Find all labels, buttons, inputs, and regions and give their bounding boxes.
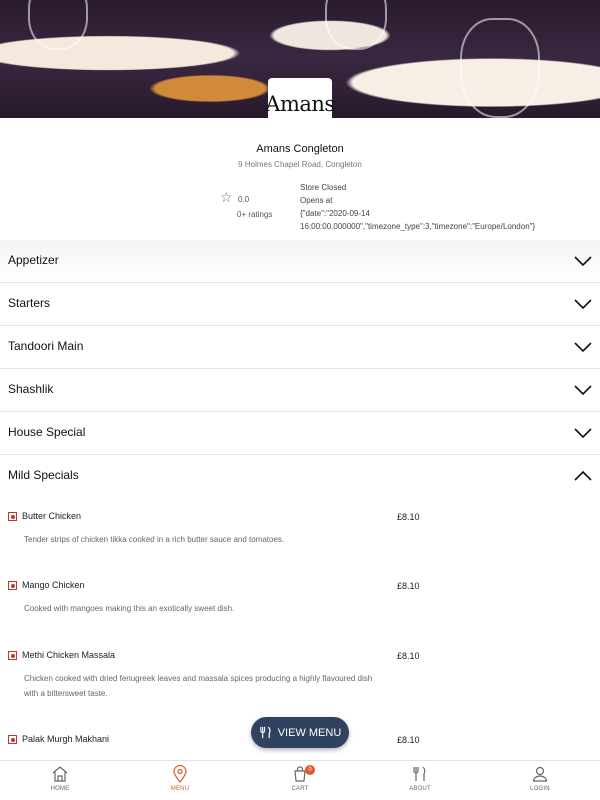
- nav-cart[interactable]: 0 CART: [270, 765, 330, 799]
- nav-login[interactable]: LOGIN: [510, 765, 570, 799]
- store-info: Amans Congleton 9 Holmes Chapel Road, Co…: [0, 118, 600, 240]
- item-price: £8.10: [397, 512, 420, 522]
- nav-menu[interactable]: MENU: [150, 765, 210, 799]
- chevron-down-icon: [574, 385, 592, 396]
- store-status: Store Closed Opens at {"date":"2020-09-1…: [300, 181, 580, 233]
- item-name: Mango Chicken: [22, 580, 85, 590]
- category-label: House Special: [8, 425, 86, 439]
- cart-count-badge: 0: [305, 765, 315, 775]
- item-description: Chicken cooked with dried fenugreek leav…: [24, 674, 373, 698]
- nav-about[interactable]: ABOUT: [390, 765, 450, 799]
- chevron-down-icon: [574, 256, 592, 267]
- chevron-down-icon: [574, 299, 592, 310]
- store-opens-date: {"date":"2020-09-14: [300, 209, 370, 218]
- category-label: Starters: [8, 296, 51, 310]
- non-veg-icon: [8, 581, 17, 590]
- item-price: £8.10: [397, 651, 420, 661]
- rating-count: 0+ ratings: [237, 210, 273, 219]
- category-appetizer[interactable]: Appetizer: [0, 240, 600, 283]
- category-shashlik[interactable]: Shashlik: [0, 369, 600, 412]
- chevron-down-icon: [574, 342, 592, 353]
- non-veg-icon: [8, 512, 17, 521]
- nav-home-label: HOME: [50, 786, 70, 792]
- item-price: £8.10: [397, 581, 420, 591]
- non-veg-icon: [8, 651, 17, 660]
- nav-about-label: ABOUT: [409, 786, 431, 792]
- item-name: Methi Chicken Massala: [22, 650, 116, 660]
- store-address: 9 Holmes Chapel Road, Congleton: [238, 160, 362, 169]
- chevron-up-icon: [574, 470, 592, 481]
- wine-glass-image: [28, 0, 88, 50]
- store-opens-label: Opens at: [300, 196, 333, 205]
- store-name: Amans Congleton: [256, 143, 344, 155]
- nav-home[interactable]: HOME: [30, 765, 90, 799]
- wine-glass-image: [460, 18, 540, 118]
- nav-login-label: LOGIN: [530, 786, 550, 792]
- item-description: Cooked with mangoes making this an exoti…: [24, 604, 235, 613]
- wine-glass-image: [325, 0, 387, 50]
- chevron-down-icon: [574, 428, 592, 439]
- logo-text: Amans: [265, 92, 335, 116]
- star-icon: ☆: [220, 189, 233, 205]
- store-logo: Amans: [265, 78, 335, 118]
- location-pin-icon: [173, 765, 187, 783]
- nav-cart-label: CART: [291, 786, 309, 792]
- category-label: Shashlik: [8, 382, 54, 396]
- category-tandoori-main[interactable]: Tandoori Main: [0, 326, 600, 369]
- view-menu-label: VIEW MENU: [277, 726, 342, 739]
- category-starters[interactable]: Starters: [0, 283, 600, 326]
- item-description: Tender strips of chicken tikka cooked in…: [24, 535, 285, 544]
- cutlery-icon: [260, 726, 271, 739]
- category-label: Mild Specials: [8, 468, 79, 482]
- store-opens-time: 16:00:00.000000","timezone_type":3,"time…: [300, 222, 536, 231]
- hero-banner: Amans: [0, 0, 600, 118]
- user-icon: [532, 766, 548, 782]
- category-mild-specials[interactable]: Mild Specials: [0, 455, 600, 498]
- store-status-closed: Store Closed: [300, 183, 347, 192]
- rating-value: 0.0: [238, 195, 250, 204]
- item-name: Butter Chicken: [22, 511, 82, 521]
- item-price: £8.10: [397, 735, 420, 745]
- nav-menu-label: MENU: [170, 786, 190, 792]
- view-menu-button[interactable]: VIEW MENU: [251, 717, 349, 748]
- bottom-nav: HOME MENU 0 CART ABOUT LOGIN: [0, 760, 600, 800]
- item-name: Palak Murgh Makhani: [22, 734, 110, 744]
- home-icon: [52, 766, 68, 782]
- category-label: Tandoori Main: [8, 339, 84, 353]
- category-house-special[interactable]: House Special: [0, 412, 600, 455]
- category-label: Appetizer: [8, 253, 59, 267]
- cutlery-icon: [413, 766, 426, 781]
- non-veg-icon: [8, 735, 17, 744]
